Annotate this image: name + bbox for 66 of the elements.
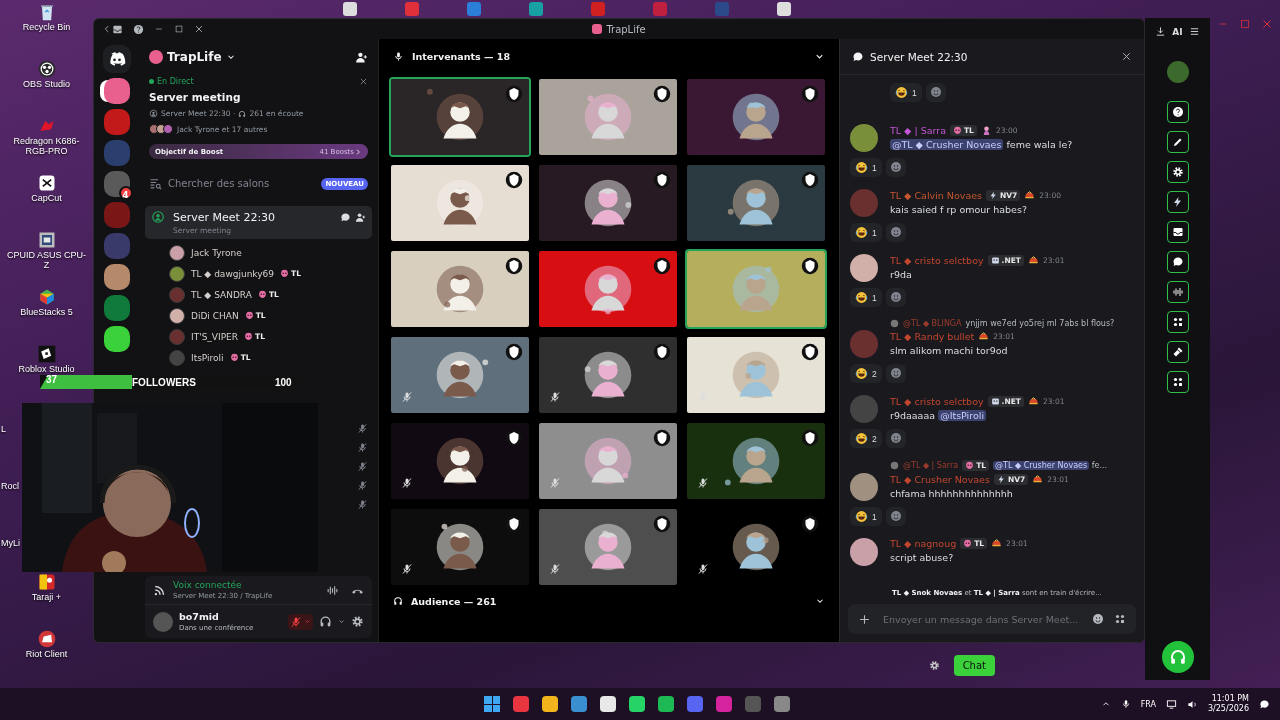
desktop-icon-label[interactable]: Redragon K686-RGB-PRO — [6, 137, 87, 157]
chat-button[interactable]: Chat — [953, 655, 995, 676]
message-author[interactable]: TL ◆ Crusher Novaes — [890, 473, 990, 485]
language-indicator[interactable]: FRA — [1140, 699, 1156, 709]
mention-link[interactable]: @TL ◆ Crusher Novaes — [890, 139, 1004, 150]
speakers-header: Intervenants — 18 — [412, 50, 511, 62]
desktop-icon-label[interactable]: Recycle Bin — [22, 23, 71, 33]
member-name[interactable]: DiDi CHAN — [191, 310, 239, 321]
thread-title: Server Meet 22:30 — [870, 50, 968, 63]
desktop-icon-label[interactable]: OBS Studio — [23, 80, 70, 90]
window-title: TrapLife — [606, 23, 646, 35]
message-input[interactable]: Envoyer un message dans Server Meet... — [881, 612, 1082, 626]
desktop-icon-label[interactable]: CPUID ASUS CPU-Z — [6, 251, 87, 271]
message-author[interactable]: TL ◆ cristo selctboy — [890, 254, 984, 266]
reaction-button[interactable]: 2 — [850, 429, 882, 448]
message-author[interactable]: TL ◆ cristo selctboy — [890, 395, 984, 407]
reaction-button[interactable]: 2 — [850, 364, 882, 383]
reaction-button[interactable]: 1 — [850, 288, 882, 307]
ai-button[interactable]: AI — [1172, 26, 1183, 37]
server-name[interactable]: TrapLife — [167, 50, 222, 64]
reply-text[interactable]: ynjjm we7ed yo5rej ml 7abs bl flous? — [965, 319, 1115, 328]
member-name[interactable]: Jack Tyrone — [191, 247, 242, 258]
message-author[interactable]: TL ◆ nagnoug — [890, 538, 957, 549]
desktop-icon-label[interactable]: BlueStacks 5 — [20, 308, 73, 318]
mention-link[interactable]: @TL ◆ Crusher Novaes — [993, 461, 1090, 470]
message-text: slm alikom machi tor9od — [890, 345, 1009, 357]
message-text: r9daaaaa @ItsPiroli — [890, 410, 988, 422]
message-author[interactable]: TL ◆ Calvin Novaes — [890, 189, 982, 201]
message-text: kais saied f rp omour habes? — [890, 204, 1028, 216]
reply-text[interactable]: @TL ◆ Crusher Novaes fe... — [993, 461, 1108, 470]
member-name[interactable]: ItsPiroli — [191, 352, 224, 363]
reaction-button[interactable]: 1 — [850, 223, 882, 242]
clock[interactable]: 11:01 PM 3/25/2026 — [1207, 693, 1249, 715]
message-author[interactable]: TL ◆ Randy bullet — [890, 330, 975, 342]
desktop-icon-label[interactable]: Roblox Studio — [18, 365, 75, 375]
message-author[interactable]: TL ◆ | Sarra — [890, 124, 946, 136]
channel-search[interactable]: Chercher des salons — [168, 178, 270, 189]
reaction-button[interactable]: 1 — [850, 158, 882, 177]
event-title: Server meeting — [149, 91, 242, 103]
reaction-button[interactable]: 1 — [890, 83, 922, 102]
message-text: script abuse? — [890, 552, 955, 563]
voice-status: Voix connectée — [173, 580, 243, 590]
reaction-button[interactable]: 1 — [850, 507, 882, 526]
audience-header: Audience — 261 — [411, 595, 497, 607]
live-status: En Direct — [157, 77, 194, 86]
member-name[interactable]: TL ◆ SANDRA — [191, 289, 252, 300]
desktop-icon-label[interactable]: L — [1, 424, 6, 435]
mention-link[interactable]: @ItsPiroli — [938, 410, 987, 421]
follower-count: 37 — [46, 374, 58, 385]
followers-label: FOLLOWERS — [132, 376, 196, 388]
desktop-icon-label[interactable]: MyLi — [1, 538, 20, 549]
message-text: chfama hhhhhhhhhhhhhh — [890, 488, 1014, 500]
member-name[interactable]: IT'S_VIPER — [191, 331, 239, 342]
server-icon[interactable]: 4 — [103, 171, 130, 197]
notification-badge: 4 — [118, 186, 133, 200]
desktop-icon-label[interactable]: Taraji + — [31, 593, 62, 603]
desktop-icon-label[interactable]: Rocl — [1, 481, 19, 492]
message-text: @TL ◆ Crusher Novaes feme wala le? — [890, 139, 1074, 151]
follower-goal: 100 — [275, 376, 292, 388]
desktop-icon-label[interactable]: CapCut — [31, 194, 62, 204]
message-field[interactable]: Envoyer un message dans Server Meet... — [848, 604, 1136, 634]
channel-name: Server Meet 22:30 — [173, 210, 277, 224]
message-text: r9da — [890, 269, 913, 281]
desktop-icon-label[interactable]: Riot Client — [25, 650, 68, 660]
username: bo7mid — [179, 611, 220, 622]
member-name[interactable]: TL ◆ dawgjunky69 — [191, 268, 275, 279]
